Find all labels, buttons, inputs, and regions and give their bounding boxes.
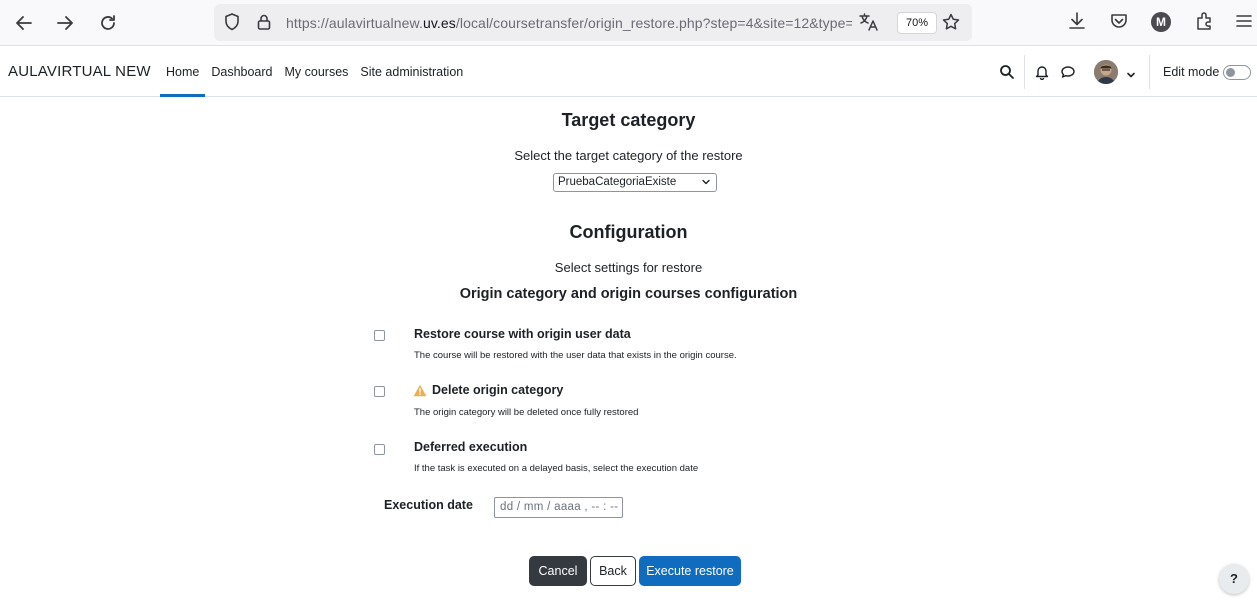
site-navbar: AULAVIRTUAL NEW Home Dashboard My course… [0, 47, 1257, 97]
download-icon[interactable] [1066, 10, 1088, 37]
search-icon[interactable] [999, 64, 1015, 114]
url-bar[interactable]: https://aulavirtualnew.uv.es/local/cours… [214, 4, 972, 41]
account-avatar-icon[interactable]: M [1151, 12, 1171, 32]
shield-icon[interactable] [222, 12, 242, 37]
forward-arrow-icon[interactable] [51, 9, 79, 37]
edit-mode-label: Edit mode [1163, 65, 1220, 79]
back-arrow-icon[interactable] [10, 9, 38, 37]
restore-user-data-label: Restore course with origin user data [414, 327, 631, 341]
navbar-divider [1024, 55, 1025, 89]
translate-icon[interactable] [858, 12, 880, 37]
url-prefix: https://aulavirtualnew. [286, 15, 423, 31]
site-brand[interactable]: AULAVIRTUAL NEW [8, 63, 151, 80]
delete-origin-category-label: Delete origin category [432, 383, 564, 397]
messages-icon[interactable] [1060, 64, 1076, 114]
origin-config-subheading: Origin category and origin courses confi… [459, 286, 798, 302]
delete-origin-category-description: The origin category will be deleted once… [414, 407, 639, 418]
deferred-execution-label: Deferred execution [414, 440, 528, 454]
restore-user-data-description: The course will be restored with the use… [414, 350, 737, 361]
nav-site-administration[interactable]: Site administration [354, 47, 469, 97]
toggle-knob [1226, 68, 1235, 77]
help-button[interactable]: ? [1219, 564, 1249, 594]
target-category-instruction: Select the target category of the restor… [514, 148, 743, 163]
execution-date-input[interactable]: dd / mm / aaaa , -- : -- [494, 497, 623, 518]
navbar-divider [1149, 55, 1150, 89]
nav-home[interactable]: Home [160, 47, 206, 97]
user-avatar[interactable] [1094, 60, 1118, 84]
chevron-down-icon [701, 176, 711, 193]
reload-icon[interactable] [94, 9, 122, 37]
bookmark-star-icon[interactable] [941, 12, 961, 37]
url-suffix: /local/coursetransfer/origin_restore.php… [455, 15, 852, 31]
delete-origin-category-checkbox[interactable] [374, 386, 385, 397]
back-button[interactable]: Back [590, 556, 636, 586]
lock-icon[interactable] [254, 12, 274, 37]
edit-mode-toggle[interactable] [1223, 65, 1251, 80]
nav-dashboard[interactable]: Dashboard [205, 47, 278, 97]
url-text[interactable]: https://aulavirtualnew.uv.es/local/cours… [286, 15, 852, 31]
configuration-instruction: Select settings for restore [554, 260, 703, 275]
deferred-execution-checkbox[interactable] [374, 444, 385, 455]
execution-date-label: Execution date [384, 498, 473, 512]
target-category-selected: PruebaCategoriaExiste [558, 176, 677, 188]
cancel-button[interactable]: Cancel [529, 556, 587, 586]
execute-restore-button[interactable]: Execute restore [639, 556, 741, 586]
notification-bell-icon[interactable] [1034, 64, 1050, 114]
browser-toolbar: https://aulavirtualnew.uv.es/local/cours… [0, 0, 1257, 46]
target-category-select[interactable]: PruebaCategoriaExiste [553, 173, 717, 192]
restore-user-data-checkbox[interactable] [374, 330, 385, 341]
deferred-execution-description: If the task is executed on a delayed bas… [414, 463, 699, 474]
target-category-heading: Target category [561, 110, 696, 130]
url-domain: uv.es [422, 15, 456, 31]
pocket-icon[interactable] [1108, 10, 1130, 37]
extensions-icon[interactable] [1194, 10, 1216, 37]
nav-my-courses[interactable]: My courses [279, 47, 355, 97]
zoom-indicator[interactable]: 70% [897, 12, 938, 34]
menu-hamburger-icon[interactable] [1234, 10, 1254, 37]
warning-icon [413, 384, 427, 402]
configuration-heading: Configuration [569, 222, 688, 242]
primary-navigation: Home Dashboard My courses Site administr… [160, 47, 469, 97]
